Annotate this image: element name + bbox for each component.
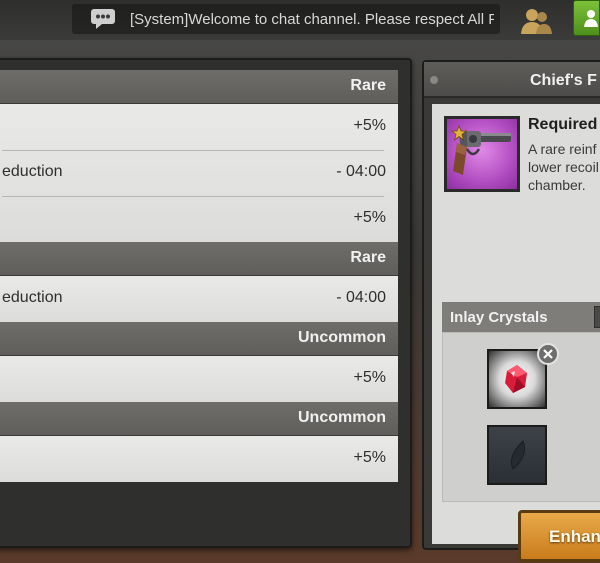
rarity-label: Uncommon [298,409,386,426]
panel-title: Chief's F [530,72,597,89]
inlay-header-button[interactable] [594,306,600,328]
description-line: lower recoil [528,159,599,175]
empty-slot-icon [510,440,526,470]
description-line: chamber. [528,177,586,193]
attribute-value: +5% [353,117,386,134]
attribute-row: +5% [0,436,398,482]
attribute-name: eduction [2,289,63,306]
attribute-group: eduction - 04:00 [0,276,398,322]
attribute-value: - 04:00 [336,163,386,180]
attribute-group: +5% [0,356,398,402]
person-icon [584,10,598,27]
panel-title-bar: Chief's F [424,62,600,98]
star-icon [451,125,467,141]
attribute-group: +5% eduction - 04:00 +5% [0,104,398,242]
rivet [430,76,438,84]
attribute-value: +5% [353,369,386,386]
item-description: A rare reinf lower recoil chamber. [528,140,600,194]
remove-crystal-button[interactable] [537,343,559,365]
attribute-row: eduction - 04:00 [0,150,398,196]
chat-bubble-icon[interactable] [90,7,118,31]
profile-button[interactable] [573,0,600,36]
item-detail-panel: Chief's F Required A rare reinf lower re… [422,60,600,562]
rarity-header: Rare [0,70,398,104]
rarity-header: Rare [0,242,398,276]
attribute-value: +5% [353,209,386,226]
rarity-label: Uncommon [298,329,386,346]
inlay-crystals-label: Inlay Crystals [450,309,548,326]
friends-icon[interactable] [518,6,554,36]
crystal-slot-empty[interactable] [487,425,547,485]
top-bar: [System]Welcome to chat channel. Please … [0,0,600,40]
attribute-value: - 04:00 [336,289,386,306]
inlay-slots-area [442,332,600,502]
rarity-label: Rare [350,249,386,266]
rarity-header: Uncommon [0,322,398,356]
chat-bar[interactable]: [System]Welcome to chat channel. Please … [72,4,500,34]
attribute-list-panel: Rare +5% eduction - 04:00 +5% Rare educt… [0,58,412,548]
detail-body: Required A rare reinf lower recoil chamb… [432,104,600,562]
rarity-header: Uncommon [0,402,398,436]
inlay-crystals-header: Inlay Crystals [442,302,600,332]
item-icon-frame[interactable] [444,116,520,192]
attribute-row: +5% [0,356,398,402]
attribute-row: +5% [0,104,398,150]
enhance-button-label: Enhan [549,527,600,546]
ruby-crystal-icon [505,365,527,393]
attribute-value: +5% [353,449,386,466]
required-label: Required [528,116,598,133]
attribute-name: eduction [2,163,63,180]
attribute-group: +5% [0,436,398,482]
rarity-label: Rare [350,77,386,94]
description-line: A rare reinf [528,141,597,157]
enhance-button[interactable]: Enhan [518,510,600,562]
close-icon [543,349,553,359]
chat-message[interactable]: [System]Welcome to chat channel. Please … [130,11,494,28]
attribute-row: eduction - 04:00 [0,276,398,322]
attribute-row: +5% [0,196,398,242]
